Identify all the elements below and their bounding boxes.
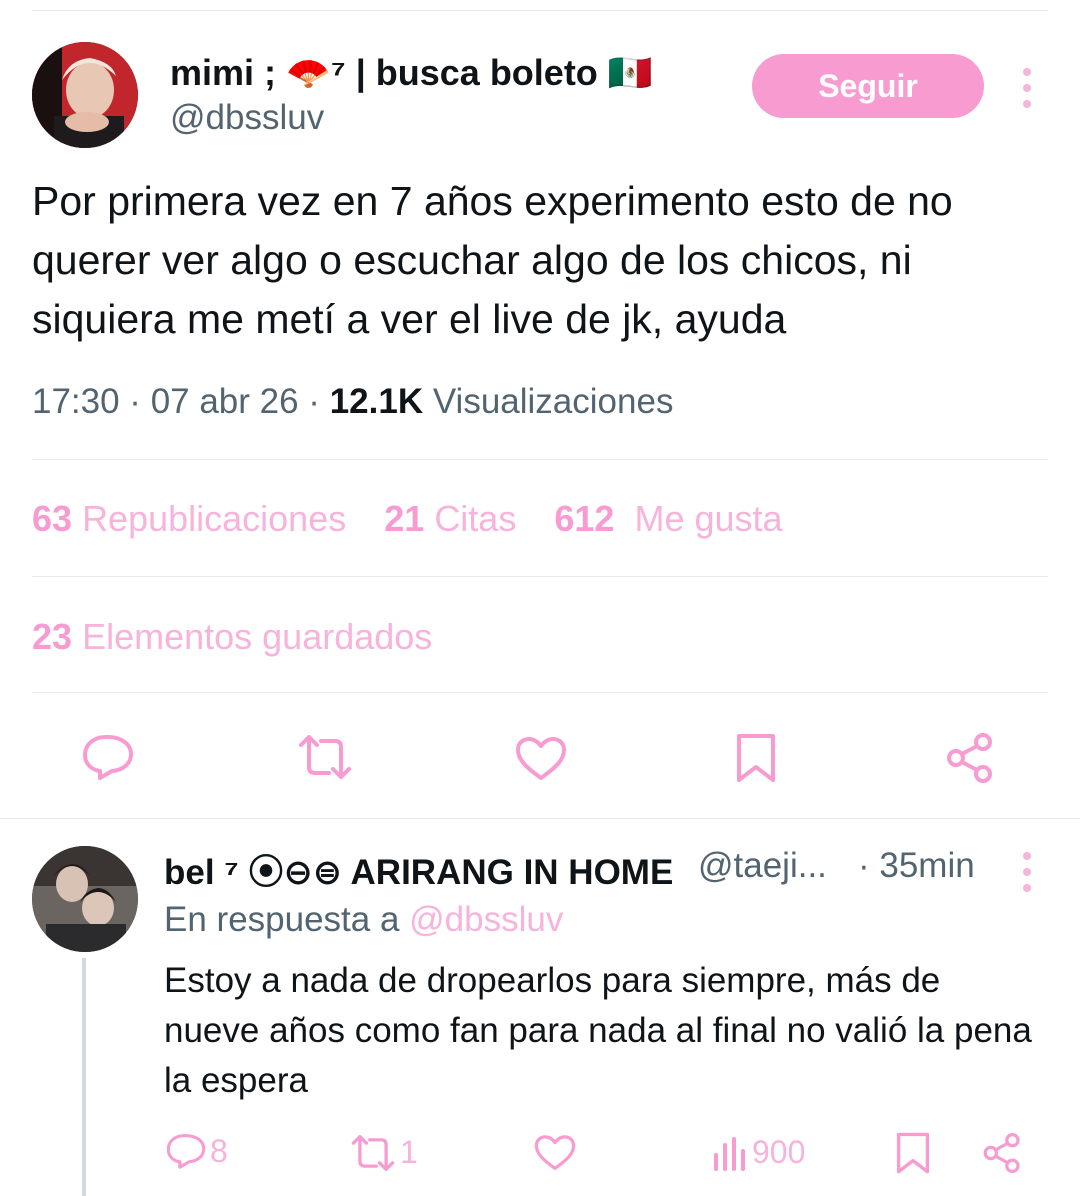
reply-timestamp[interactable]: · 35min: [858, 846, 975, 886]
share-button[interactable]: [945, 732, 995, 784]
bookmark-button[interactable]: [735, 732, 777, 784]
saved-count: 23: [32, 616, 73, 657]
tweet-text: Por primera vez en 7 años experimento es…: [32, 178, 953, 342]
author-handle[interactable]: @dbssluv: [170, 98, 324, 138]
quotes-count: 21: [384, 498, 425, 539]
reposts-count: 63: [32, 498, 73, 539]
reply-views-button[interactable]: 900: [712, 1134, 805, 1171]
reply-replies-count: 8: [210, 1132, 228, 1169]
reply-prefix: En respuesta a: [164, 900, 410, 939]
views-count: 12.1K: [329, 382, 424, 421]
thread-line: [82, 958, 86, 1196]
bookmark-icon: [896, 1132, 930, 1174]
reply-icon: [83, 735, 133, 780]
reply-author-handle[interactable]: @taeji...: [698, 846, 827, 886]
reply-author-avatar[interactable]: [32, 846, 138, 952]
likes-label: Me gusta: [634, 498, 783, 539]
divider: [32, 459, 1048, 460]
reply-author-name[interactable]: bel ⁷ ⦿⊖⊜ ARIRANG IN HOME: [164, 844, 673, 895]
likes-count: 612: [554, 498, 615, 539]
reply-repost-button[interactable]: 1: [350, 1134, 418, 1171]
analytics-icon: [714, 1136, 745, 1171]
reply-views-count: 900: [752, 1134, 806, 1170]
like-icon: [516, 737, 566, 780]
reposts-label: Republicaciones: [82, 498, 347, 539]
quotes-stat[interactable]: 21 Citas: [384, 498, 516, 539]
like-icon: [534, 1135, 576, 1170]
divider: [32, 692, 1048, 693]
reply-context: En respuesta a @dbssluv: [164, 900, 563, 940]
section-divider: [0, 818, 1080, 819]
share-icon: [947, 733, 992, 783]
repost-icon: [351, 1134, 395, 1171]
tweet-timestamp[interactable]: 17:30 · 07 abr 26 ·: [32, 382, 330, 421]
repost-button[interactable]: [297, 735, 353, 779]
tweet-meta: 17:30 · 07 abr 26 · 12.1K Visualizacione…: [32, 382, 673, 422]
saved-label: Elementos guardados: [82, 616, 433, 657]
reply-bookmark-button[interactable]: [895, 1131, 931, 1175]
reply-reply-button[interactable]: 8: [166, 1132, 228, 1170]
likes-stat[interactable]: 612 Me gusta: [554, 498, 782, 539]
views-label: Visualizaciones: [423, 382, 674, 421]
bookmark-icon: [737, 734, 775, 782]
reply-like-button[interactable]: [534, 1134, 576, 1172]
reply-mention-link[interactable]: @dbssluv: [409, 900, 563, 939]
top-divider: [32, 10, 1048, 11]
reply-more-options-icon[interactable]: [1022, 852, 1032, 892]
like-button[interactable]: [515, 736, 567, 782]
share-icon: [983, 1133, 1020, 1173]
divider: [32, 576, 1048, 577]
bookmarks-stat[interactable]: 23 Elementos guardados: [32, 616, 432, 658]
reply-share-button[interactable]: [982, 1132, 1022, 1174]
reposts-stat[interactable]: 63 Republicaciones: [32, 498, 346, 539]
more-options-icon[interactable]: [1022, 68, 1032, 108]
reply-reposts-count: 1: [400, 1134, 418, 1170]
engagement-stats: 63 Republicaciones 21 Citas 612 Me gusta: [32, 498, 811, 540]
reply-icon: [166, 1134, 206, 1169]
follow-button[interactable]: Seguir: [752, 54, 984, 118]
quotes-label: Citas: [434, 498, 517, 539]
author-avatar[interactable]: [32, 42, 138, 148]
reply-button[interactable]: [82, 733, 134, 781]
author-name[interactable]: mimi ; 🪭⁷ | busca boleto 🇲🇽: [170, 52, 653, 94]
reply-text: Estoy a nada de dropearlos para siempre,…: [164, 961, 1032, 1100]
repost-icon: [299, 735, 351, 779]
